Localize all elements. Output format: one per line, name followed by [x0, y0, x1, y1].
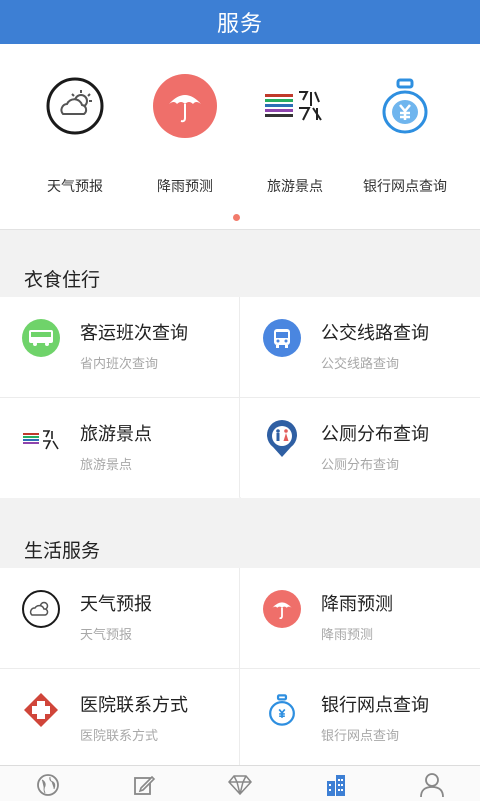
carousel-item-rain[interactable]: 降雨预测 — [125, 74, 245, 196]
carousel-item-scenic[interactable]: 旅游景点 — [235, 74, 355, 196]
scenic-logo-icon — [263, 74, 327, 138]
page-title: 服务 — [216, 12, 263, 37]
service-subtitle: 公厕分布查询 — [321, 458, 400, 473]
service-item-weather[interactable]: 天气预报 天气预报 — [0, 568, 239, 668]
edit-icon — [134, 775, 156, 795]
service-subtitle: 旅游景点 — [80, 458, 133, 473]
service-subtitle: 省内班次查询 — [80, 357, 159, 372]
bus-icon — [22, 319, 60, 357]
buildings-icon — [327, 775, 345, 796]
scenic-logo-icon — [22, 420, 60, 458]
grid-divider — [0, 397, 480, 398]
globe-icon — [37, 774, 59, 796]
service-item-bank[interactable]: 银行网点查询 银行网点查询 — [241, 669, 480, 769]
tab-diamond[interactable] — [226, 772, 254, 798]
umbrella-icon — [263, 590, 301, 628]
carousel-label: 旅游景点 — [267, 179, 323, 195]
section-grid: 客运班次查询 省内班次查询 公交线路查询 公交线路查询 旅游景点 旅游景点 公厕… — [0, 297, 480, 498]
service-item-rain[interactable]: 降雨预测 降雨预测 — [241, 568, 480, 668]
hospital-cross-icon — [22, 691, 60, 729]
service-item-bus-routes[interactable]: 公交线路查询 公交线路查询 — [241, 297, 480, 397]
diamond-icon — [228, 775, 252, 796]
user-icon — [420, 773, 444, 798]
service-subtitle: 银行网点查询 — [321, 729, 400, 744]
city-bus-icon — [263, 319, 301, 357]
service-subtitle: 公交线路查询 — [321, 357, 400, 372]
money-bag-icon — [373, 74, 437, 138]
service-title: 客运班次查询 — [80, 323, 188, 344]
tab-services[interactable] — [322, 772, 350, 798]
service-title: 降雨预测 — [321, 594, 393, 615]
service-title: 公交线路查询 — [321, 323, 429, 344]
service-subtitle: 降雨预测 — [321, 628, 374, 643]
carousel-item-bank[interactable]: 银行网点查询 — [345, 74, 465, 196]
service-title: 医院联系方式 — [80, 695, 188, 716]
grid-divider — [239, 568, 240, 765]
bottom-tab-bar — [0, 765, 480, 801]
app-header: 服务 — [0, 0, 480, 44]
umbrella-icon — [153, 74, 217, 138]
tab-edit[interactable] — [130, 772, 158, 798]
restroom-pin-icon — [263, 420, 301, 458]
carousel-label: 银行网点查询 — [363, 179, 447, 195]
tab-profile[interactable] — [418, 772, 446, 798]
money-bag-icon — [263, 691, 301, 729]
service-title: 银行网点查询 — [321, 695, 429, 716]
service-subtitle: 医院联系方式 — [80, 729, 159, 744]
service-item-hospital[interactable]: 医院联系方式 医院联系方式 — [0, 669, 239, 769]
service-item-scenic[interactable]: 旅游景点 旅游景点 — [0, 398, 239, 498]
grid-divider — [0, 668, 480, 669]
service-title: 天气预报 — [80, 594, 152, 615]
carousel-label: 降雨预测 — [157, 179, 213, 195]
weather-icon — [43, 74, 107, 138]
service-item-coach-schedule[interactable]: 客运班次查询 省内班次查询 — [0, 297, 239, 397]
weather-icon — [22, 590, 60, 628]
service-item-restrooms[interactable]: 公厕分布查询 公厕分布查询 — [241, 398, 480, 498]
carousel-item-weather[interactable]: 天气预报 — [15, 74, 135, 196]
tab-globe[interactable] — [34, 772, 62, 798]
carousel-page-indicator — [233, 214, 240, 221]
service-subtitle: 天气预报 — [80, 628, 133, 643]
service-title: 公厕分布查询 — [321, 424, 429, 445]
featured-carousel[interactable]: 天气预报 降雨预测 旅游景点 银行网点查询 — [0, 44, 480, 230]
section-title: 生活服务 — [24, 540, 101, 562]
service-title: 旅游景点 — [80, 424, 152, 445]
section-grid: 天气预报 天气预报 降雨预测 降雨预测 医院联系方式 医院联系方式 银行网点查询… — [0, 568, 480, 769]
section-title: 衣食住行 — [24, 269, 101, 291]
carousel-label: 天气预报 — [47, 179, 103, 195]
